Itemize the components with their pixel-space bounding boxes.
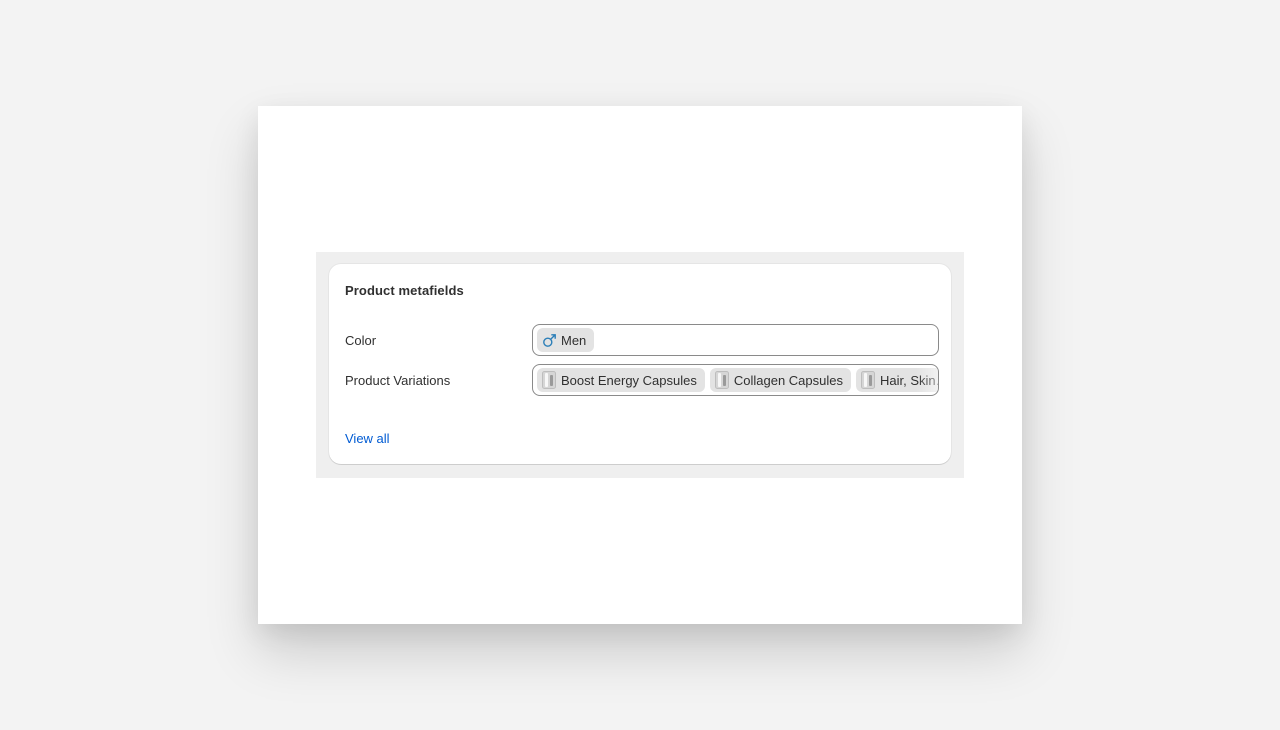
variation-tag-collagen[interactable]: Collagen Capsules xyxy=(709,368,851,392)
product-thumbnail-icon xyxy=(714,371,730,389)
tag-label: Hair, Skin… xyxy=(879,372,938,388)
card-title: Product metafields xyxy=(345,283,464,298)
product-thumbnail-icon xyxy=(860,371,876,389)
product-metafields-card: Product metafields Color Men Product Var… xyxy=(329,264,951,464)
tag-label: Collagen Capsules xyxy=(733,372,843,388)
preview-frame: Product metafields Color Men Product Var… xyxy=(258,106,1022,624)
variation-tag-boost-energy[interactable]: Boost Energy Capsules xyxy=(537,368,705,392)
card-backdrop: Product metafields Color Men Product Var… xyxy=(316,252,964,478)
variation-tag-hair-skin[interactable]: Hair, Skin… xyxy=(855,368,938,392)
color-label: Color xyxy=(345,333,377,348)
male-symbol-icon xyxy=(541,331,557,349)
tag-label: Men xyxy=(561,332,587,348)
color-tag-men[interactable]: Men xyxy=(537,328,595,352)
view-all-link[interactable]: View all xyxy=(345,431,390,447)
product-variations-field[interactable]: Boost Energy Capsules Collagen Capsules xyxy=(532,364,939,396)
color-field[interactable]: Men xyxy=(532,324,939,356)
product-variations-label: Product Variations xyxy=(345,373,451,388)
tag-label: Boost Energy Capsules xyxy=(561,372,697,388)
product-thumbnail-icon xyxy=(541,371,557,389)
